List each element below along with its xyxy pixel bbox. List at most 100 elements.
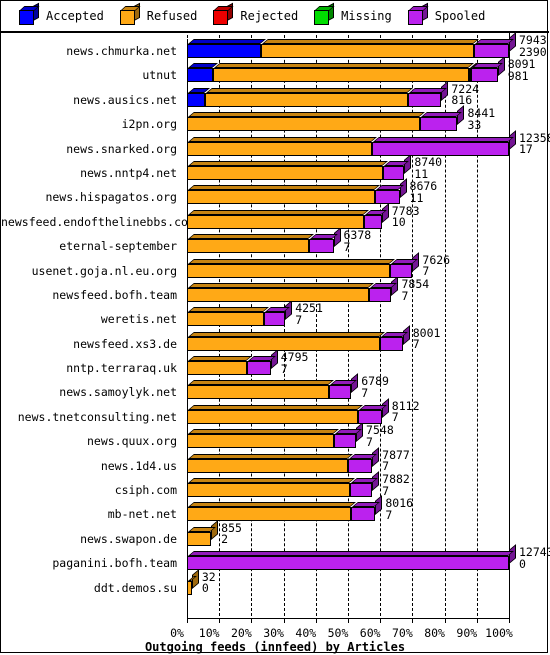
bar-value-labels: 7626 7	[422, 254, 450, 279]
bar-value-secondary: 7	[401, 288, 409, 303]
legend-item-missing[interactable]: Missing	[314, 2, 392, 26]
bar-row: 7626 7	[187, 251, 549, 283]
legend-label: Accepted	[46, 9, 104, 23]
bar-segment-accepted	[187, 63, 218, 83]
bar-row: 127430	[187, 544, 550, 575]
bar-rows: 794323908091981 7224816844133 1235817 87401…	[187, 32, 550, 612]
bar-value-labels: 8676 11	[410, 181, 438, 204]
y-axis-label: news.1d4.us	[100, 458, 177, 473]
bar-segment-refused	[187, 380, 334, 400]
bar-segment-top	[188, 185, 381, 191]
bar-segment-refused	[187, 478, 355, 498]
legend-item-rejected[interactable]: Rejected	[213, 2, 298, 26]
bar-segment-top	[188, 551, 514, 557]
bar-value-secondary: 17	[519, 142, 533, 157]
bar-row: 7877 7	[187, 446, 549, 478]
bar-row: 8676 11	[187, 178, 549, 209]
bar-row: 7548 7	[187, 422, 549, 453]
bar-end-cap	[375, 495, 383, 516]
bar-segment-top	[188, 356, 252, 362]
bar-segment-top	[188, 136, 378, 142]
bar-segment-spooled	[407, 87, 447, 107]
bar-segment-accepted	[187, 87, 210, 107]
bar-value-secondary: 7	[422, 264, 430, 279]
bar-segment-spooled	[349, 478, 378, 498]
x-axis-tick	[509, 618, 510, 623]
bar-value-secondary: 7	[343, 239, 351, 254]
bar-segment-top	[188, 307, 270, 313]
bar-segment-refused	[187, 575, 197, 595]
bar-segment-spooled	[368, 282, 397, 302]
bar-row: 855 2	[187, 519, 549, 551]
bar-row: 4251 7	[187, 300, 549, 331]
bar-segment-refused	[187, 331, 386, 351]
bar-segment-top	[421, 112, 463, 118]
bar-value-labels: 4795 7	[281, 351, 309, 375]
bar-segment-spooled	[420, 112, 463, 132]
y-axis-label: weretis.net	[100, 312, 177, 327]
bar-segment-refused	[187, 112, 426, 132]
bar-segment-top	[262, 39, 479, 44]
bar-value-labels: 7548 7	[366, 425, 394, 448]
x-axis-tick-label: 70%	[392, 626, 413, 640]
y-axis-label: nntp.terraraq.uk	[66, 361, 177, 376]
x-axis-tick-label: 100%	[485, 626, 513, 640]
bar-value-labels: 7943 2390	[519, 34, 547, 58]
bar-value-labels: 7224 816	[451, 83, 479, 107]
bar-value-secondary: 0	[519, 556, 526, 571]
legend-label: Missing	[341, 9, 392, 23]
bar-segment-refused	[187, 136, 378, 156]
bar-segment-spooled	[333, 429, 361, 449]
bar-segment-refused	[187, 453, 353, 473]
x-axis-tick-label: 60%	[359, 626, 381, 640]
bar-end-cap	[404, 154, 412, 174]
y-axis-label: mb-net.net	[107, 507, 177, 522]
bar-segment-spooled	[309, 234, 339, 254]
bar-segment-top	[408, 87, 447, 93]
bar-value-secondary: 0	[201, 581, 209, 596]
bar-value-labels: 32 0	[201, 571, 216, 596]
y-axis-label: newsfeed.bofh.team	[52, 287, 177, 302]
bar-row: 6789 7	[187, 373, 549, 404]
bar-segment-spooled	[348, 453, 378, 473]
bar-value-labels: 1235817	[519, 132, 550, 157]
bar-value-labels: 8001 7	[413, 327, 441, 351]
bar-segment-top	[188, 112, 426, 118]
cube-icon	[407, 2, 429, 26]
bar-value-labels: 127430	[519, 547, 550, 570]
y-axis-labels: news.chmurka.net utnut news.ausics.net i2pn…	[1, 39, 195, 600]
bar-row: 8091 981	[187, 56, 549, 87]
bar-segment-refused	[187, 160, 389, 180]
x-axis-tick-label: 0%	[170, 626, 184, 640]
bar-segment-spooled	[364, 209, 387, 229]
legend-item-accepted[interactable]: Accepted	[19, 2, 104, 26]
bar-segment-top	[213, 63, 474, 69]
y-axis-label: newsfeed.xs3.de	[73, 336, 177, 351]
bar-segment-spooled	[187, 551, 514, 571]
y-axis-label: news.samoylyk.net	[59, 385, 177, 400]
bar-segment-spooled	[380, 331, 408, 351]
legend-item-refused[interactable]: Refused	[119, 2, 197, 26]
x-axis-tick	[219, 618, 221, 623]
bar-segment-refused	[187, 185, 381, 205]
x-axis-tick-label: 50%	[327, 626, 349, 640]
bar-segment-top	[188, 331, 386, 337]
bar-value-secondary: 33	[467, 117, 482, 132]
bar-value-labels: 8016 7	[385, 498, 413, 521]
legend-label: Spooled	[434, 9, 486, 23]
bar-row: 7854 7	[187, 276, 549, 307]
bar-segment-top	[373, 136, 514, 142]
bar-segment-top	[188, 453, 353, 459]
bar-segment-refused	[204, 87, 413, 107]
bar-segment-top	[188, 39, 267, 44]
y-axis-label: news.quux.org	[86, 434, 177, 449]
x-axis-tick	[187, 618, 188, 623]
bar-value-labels: 8112 7	[392, 400, 420, 424]
bar-value-labels: 7783 10	[392, 205, 420, 229]
legend-item-spooled[interactable]: Spooled	[407, 2, 486, 26]
bar-segment-refused	[212, 63, 474, 83]
y-axis-label: csiph.com	[114, 483, 177, 498]
bar-segment-top	[188, 160, 389, 166]
bar-segment-top	[188, 258, 395, 264]
cube-icon	[314, 2, 335, 26]
